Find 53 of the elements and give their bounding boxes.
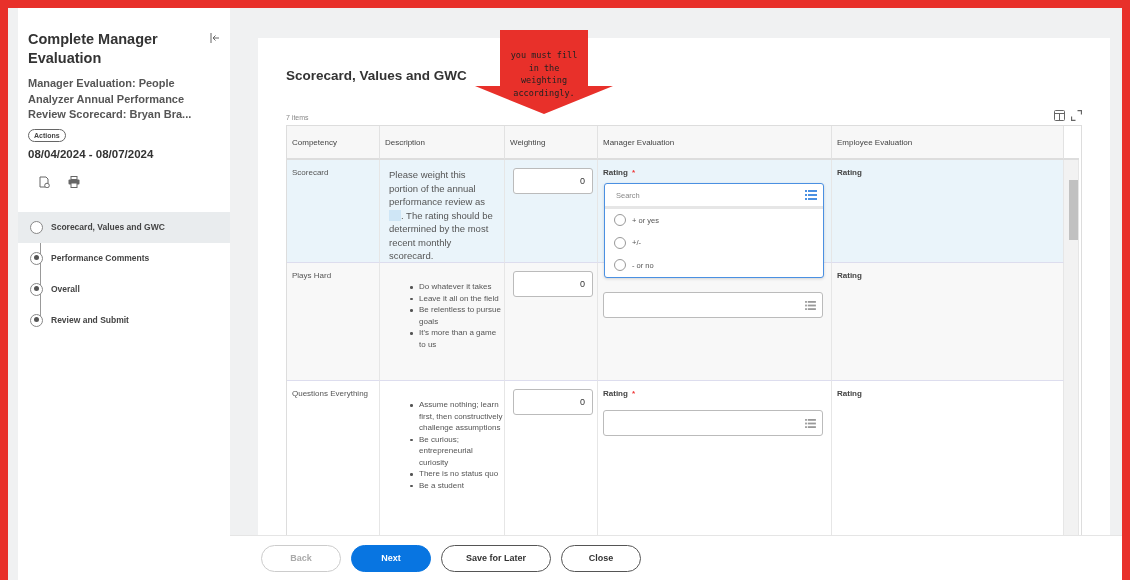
select-field[interactable]	[603, 410, 823, 436]
weighting-field[interactable]: 0	[513, 389, 593, 415]
bullet-text: Be a student	[419, 480, 464, 490]
required-mark: *	[631, 168, 635, 179]
column-header: Employee Evaluation	[832, 126, 1064, 160]
annotation-text: you must fill in the weighting accordingly.	[509, 49, 579, 99]
section-title: Scorecard, Values and GWC	[286, 68, 467, 83]
weighting-field[interactable]: 0	[513, 271, 593, 297]
bullet-text: It's more than a game to us	[419, 328, 497, 349]
list-icon[interactable]	[805, 300, 816, 310]
field-label: Rating	[603, 168, 628, 179]
field-label: Rating	[837, 168, 862, 177]
competency-text: Scorecard	[292, 168, 329, 177]
bullet-text: Assume nothing; learn first, then constructively challenge assumptions	[419, 400, 503, 432]
weighting-field[interactable]: 0	[513, 168, 593, 194]
bullet-text: Be relentless to pursue goals	[419, 305, 501, 326]
step-item[interactable]: Overall	[18, 273, 230, 305]
footer-button[interactable]: Save for Later	[441, 544, 551, 572]
radio-button[interactable]	[614, 236, 626, 249]
field-label: Rating	[837, 271, 862, 280]
page-title: Complete Manager Evaluation	[28, 30, 159, 68]
field-label: Rating	[837, 389, 862, 398]
footer-button[interactable]: Close	[561, 544, 641, 572]
bullet-text: Do whatever it takes	[419, 282, 492, 291]
bullet-text: There is no status quo	[419, 469, 499, 478]
expand-icon[interactable]	[1071, 110, 1082, 121]
bullet-text: Be curious; entrepreneurial curiosity	[419, 434, 473, 467]
required-mark: *	[631, 389, 635, 400]
description-text: Please weight this portion of the annual performance review as . The rating should be determined by the most recent monthly scorecard.	[388, 168, 494, 263]
step-item[interactable]: Review and Submit	[18, 304, 230, 336]
field-label: Rating	[603, 389, 628, 400]
scrollbar-thumb[interactable]	[1069, 180, 1078, 240]
step-item[interactable]: Performance Comments	[18, 242, 230, 274]
radio-button[interactable]	[614, 214, 626, 227]
collapse-icon[interactable]	[210, 33, 220, 43]
document-icon[interactable]	[38, 175, 50, 188]
list-icon[interactable]	[805, 418, 816, 428]
column-header: Competency	[287, 126, 380, 160]
competency-text: Questions Everything	[292, 389, 369, 398]
list-icon[interactable]	[805, 190, 817, 200]
select-field[interactable]	[603, 292, 823, 318]
column-header: Description	[380, 126, 505, 160]
step-item[interactable]: Scorecard, Values and GWC	[18, 211, 230, 243]
subtitle: Manager Evaluation: People Analyzer Annual Performance Review Scorecard: Bryan Bra...	[28, 76, 193, 122]
column-header: Weighting	[505, 126, 598, 160]
radio-button[interactable]	[614, 259, 626, 272]
competency-text: Plays Hard	[292, 271, 332, 280]
columns-icon[interactable]	[1054, 110, 1065, 121]
column-header: Manager Evaluation	[598, 126, 832, 160]
bullet-text: Leave it all on the field	[419, 293, 499, 303]
date-range: 08/04/2024 - 08/07/2024	[28, 147, 155, 160]
printer-icon[interactable]	[68, 175, 80, 188]
footer-button[interactable]: Next	[351, 544, 431, 572]
